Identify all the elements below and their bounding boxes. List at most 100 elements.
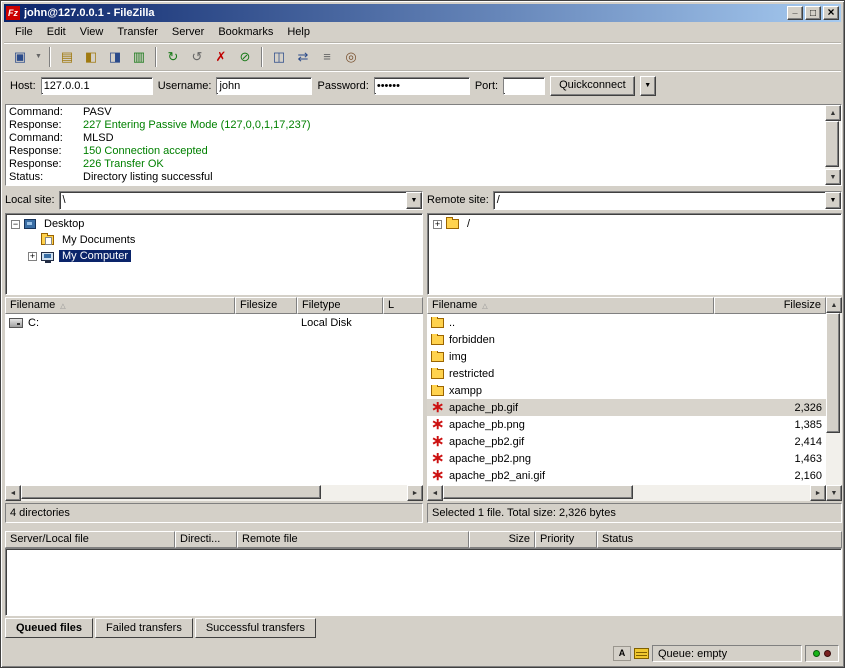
scroll-right-icon[interactable]: ►	[810, 485, 826, 501]
scroll-thumb[interactable]	[826, 313, 840, 433]
synchronized-browsing-icon[interactable]: ⇄	[291, 46, 315, 68]
column-header-filetype[interactable]: Filetype	[297, 297, 383, 314]
toggle-queue-icon[interactable]: ▥	[127, 46, 151, 68]
scroll-thumb[interactable]	[825, 121, 839, 167]
minimize-button[interactable]	[787, 6, 803, 20]
toggle-local-tree-icon[interactable]: ◧	[79, 46, 103, 68]
column-header-local-file[interactable]: Server/Local file	[5, 531, 175, 548]
menu-view[interactable]: View	[73, 23, 111, 41]
local-hscrollbar[interactable]: ◄ ►	[5, 485, 423, 501]
scroll-left-icon[interactable]: ◄	[427, 485, 443, 501]
local-site-combo[interactable]: \ ▼	[59, 191, 423, 210]
menu-transfer[interactable]: Transfer	[110, 23, 165, 41]
scroll-up-icon[interactable]: ▲	[826, 297, 842, 313]
local-list-body: C: Local Disk	[5, 314, 423, 485]
remote-file-row[interactable]: restricted	[427, 365, 826, 382]
chevron-down-icon[interactable]: ▼	[825, 192, 841, 209]
local-file-row[interactable]: C: Local Disk	[5, 314, 423, 331]
expand-icon[interactable]	[433, 220, 442, 229]
directory-comparison-icon[interactable]: ◫	[267, 46, 291, 68]
toggle-remote-tree-icon[interactable]: ◨	[103, 46, 127, 68]
tab-queued-files[interactable]: Queued files	[5, 618, 93, 638]
cancel-icon[interactable]: ✗	[209, 46, 233, 68]
log-label: Command:	[9, 106, 83, 119]
remote-file-row[interactable]: apache_pb2_ani.gif 2,160	[427, 467, 826, 484]
remote-file-row[interactable]: apache_pb2.gif 2,414	[427, 433, 826, 450]
password-input[interactable]	[375, 79, 469, 93]
reconnect-icon[interactable]: ↺	[185, 46, 209, 68]
remote-hscrollbar[interactable]: ◄ ►	[427, 485, 826, 501]
toolbar-separator	[261, 47, 263, 67]
toolbar-separator	[155, 47, 157, 67]
remote-file-row[interactable]: img	[427, 348, 826, 365]
quickconnect-dropdown-icon[interactable]: ▼	[640, 76, 656, 96]
port-input[interactable]	[504, 79, 544, 93]
username-field-wrap	[216, 77, 312, 95]
host-input[interactable]	[42, 79, 152, 93]
maximize-button[interactable]	[805, 6, 821, 20]
filename-filters-icon[interactable]: ≡	[315, 46, 339, 68]
column-header-lastmodified[interactable]: L	[383, 297, 423, 314]
folder-icon	[431, 352, 444, 362]
menu-file[interactable]: File	[8, 23, 40, 41]
column-header-filename[interactable]: Filename	[427, 297, 714, 314]
scroll-down-icon[interactable]: ▼	[826, 485, 842, 501]
speed-limit-icon[interactable]	[634, 648, 649, 659]
menu-edit[interactable]: Edit	[40, 23, 73, 41]
remote-file-row[interactable]: forbidden	[427, 331, 826, 348]
remote-file-row[interactable]: xampp	[427, 382, 826, 399]
site-manager-icon[interactable]: ▣	[8, 46, 32, 68]
remote-file-row[interactable]: apache_pb.png 1,385	[427, 416, 826, 433]
remote-file-row-selected[interactable]: apache_pb.gif 2,326	[427, 399, 826, 416]
menu-bookmarks[interactable]: Bookmarks	[211, 23, 280, 41]
menu-help[interactable]: Help	[280, 23, 317, 41]
remote-file-row[interactable]: apache_pb2.png 1,463	[427, 450, 826, 467]
column-header-remote-file[interactable]: Remote file	[237, 531, 469, 548]
tree-item-desktop[interactable]: Desktop	[6, 216, 422, 232]
scroll-right-icon[interactable]: ►	[407, 485, 423, 501]
expand-icon[interactable]	[28, 252, 37, 261]
tab-failed-transfers[interactable]: Failed transfers	[95, 618, 193, 638]
column-header-priority[interactable]: Priority	[535, 531, 597, 548]
host-label: Host:	[10, 80, 36, 92]
column-header-filename[interactable]: Filename	[5, 297, 235, 314]
transfer-type-icon[interactable]: A	[613, 646, 631, 661]
tree-item-my-computer[interactable]: My Computer	[6, 248, 422, 264]
column-header-direction[interactable]: Directi...	[175, 531, 237, 548]
column-header-filesize[interactable]: Filesize	[714, 297, 826, 314]
remote-site-combo[interactable]: / ▼	[493, 191, 842, 210]
disconnect-icon[interactable]: ⊘	[233, 46, 257, 68]
column-header-status[interactable]: Status	[597, 531, 842, 548]
tree-item-root[interactable]: /	[428, 216, 841, 232]
file-search-icon[interactable]: ◎	[339, 46, 363, 68]
log-scrollbar[interactable]: ▲ ▼	[825, 105, 841, 185]
status-led-green-icon	[813, 650, 820, 657]
toggle-message-log-icon[interactable]: ▤	[55, 46, 79, 68]
site-manager-dropdown-icon[interactable]: ▼	[32, 46, 45, 68]
tab-successful-transfers[interactable]: Successful transfers	[195, 618, 316, 638]
scroll-down-icon[interactable]: ▼	[825, 169, 841, 185]
username-input[interactable]	[217, 79, 311, 93]
collapse-icon[interactable]	[11, 220, 20, 229]
remote-vscrollbar[interactable]: ▲ ▼	[826, 297, 842, 501]
remote-site-label: Remote site:	[427, 194, 489, 206]
title-bar[interactable]: Fz john@127.0.0.1 - FileZilla	[4, 4, 841, 22]
remote-file-row[interactable]: ..	[427, 314, 826, 331]
close-button[interactable]	[823, 6, 839, 20]
folder-icon	[431, 318, 444, 328]
column-header-filesize[interactable]: Filesize	[235, 297, 297, 314]
image-file-icon	[431, 470, 444, 482]
log-label: Command:	[9, 132, 83, 145]
log-text: 150 Connection accepted	[83, 145, 208, 157]
password-field-wrap	[374, 77, 470, 95]
tree-item-my-documents[interactable]: My Documents	[6, 232, 422, 248]
scroll-left-icon[interactable]: ◄	[5, 485, 21, 501]
column-header-size[interactable]: Size	[469, 531, 535, 548]
scroll-thumb[interactable]	[21, 485, 321, 499]
menu-server[interactable]: Server	[165, 23, 211, 41]
scroll-thumb[interactable]	[443, 485, 633, 499]
chevron-down-icon[interactable]: ▼	[406, 192, 422, 209]
scroll-up-icon[interactable]: ▲	[825, 105, 841, 121]
refresh-icon[interactable]: ↻	[161, 46, 185, 68]
quickconnect-button[interactable]: Quickconnect	[550, 76, 635, 96]
